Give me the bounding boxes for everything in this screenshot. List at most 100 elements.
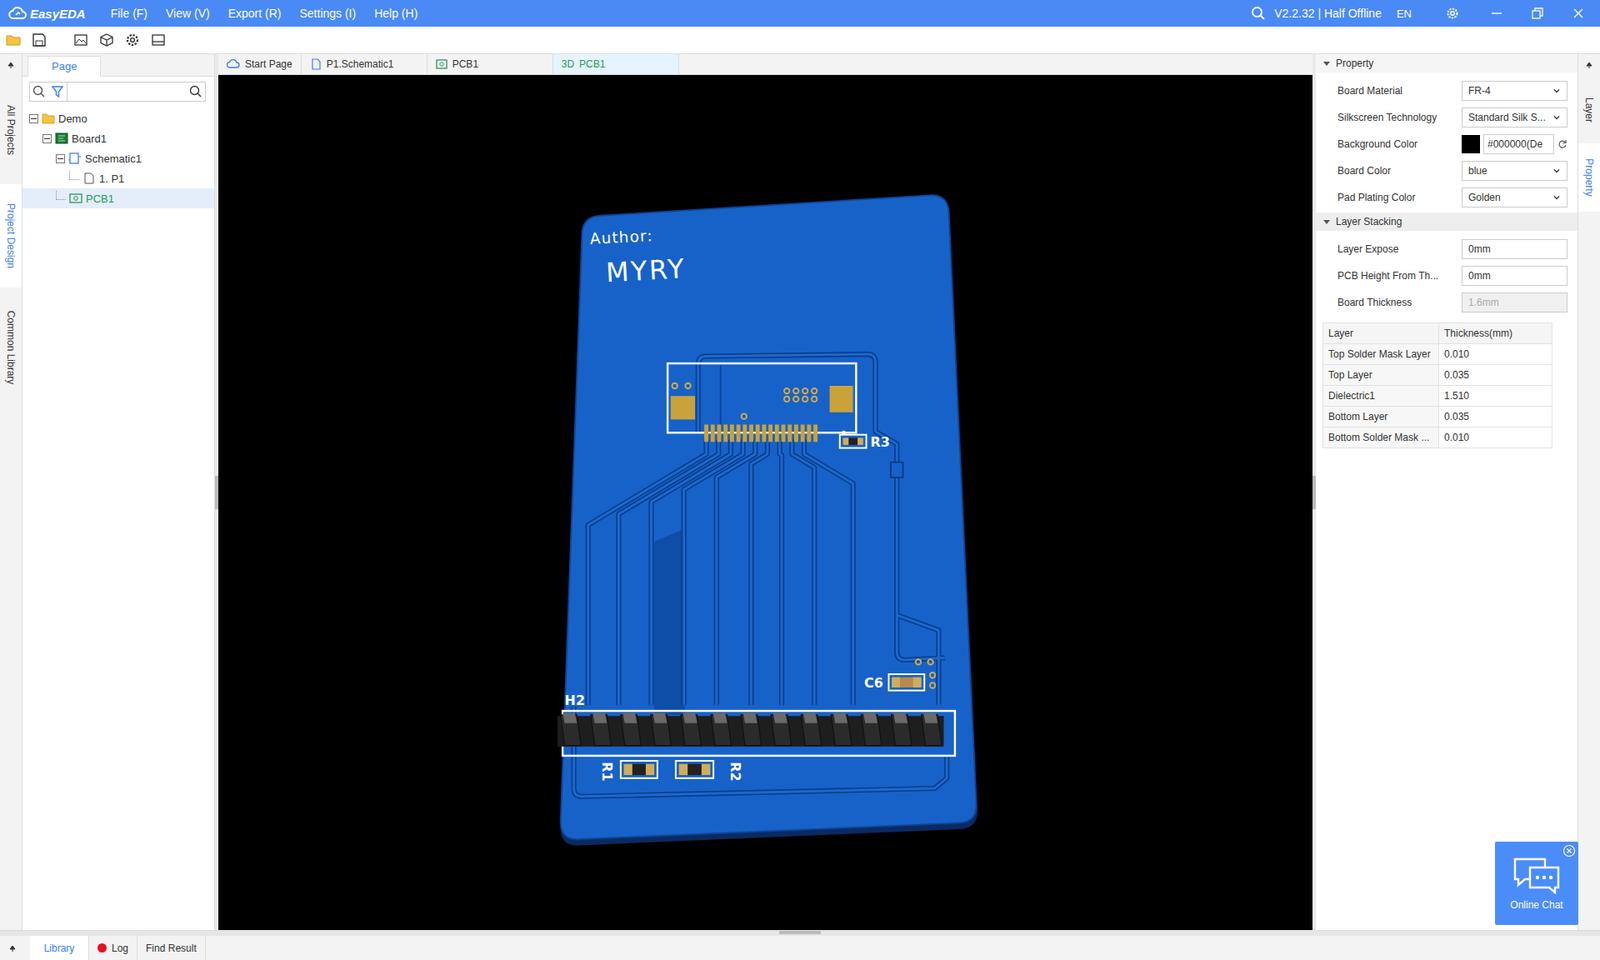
- pcb-component[interactable]: H2: [557, 692, 955, 756]
- 3d-viewport[interactable]: Author:MYRY R3 C6 H2 R1 R2: [218, 75, 1313, 930]
- section-header[interactable]: Layer Stacking: [1315, 212, 1578, 231]
- table-row[interactable]: Dielectric11.510: [1323, 385, 1553, 407]
- color-field[interactable]: #000000(De: [1461, 134, 1568, 155]
- color-swatch[interactable]: [1461, 135, 1480, 154]
- reset-icon[interactable]: [1557, 139, 1568, 150]
- panel-tab[interactable]: Page: [27, 55, 101, 77]
- text-input[interactable]: 0mm: [1461, 265, 1568, 286]
- pcb-component[interactable]: R2: [675, 760, 744, 782]
- document-tab[interactable]: Start Page: [218, 54, 302, 75]
- bottom-tab[interactable]: Log: [89, 935, 138, 960]
- board-icon: [55, 132, 69, 145]
- copper-area: [654, 528, 685, 715]
- rail-tab[interactable]: Project Design: [0, 184, 22, 288]
- via: [915, 659, 921, 665]
- collapse-icon[interactable]: [1585, 60, 1594, 70]
- table-cell: 0.010: [1439, 427, 1553, 449]
- table-header: LayerThickness(mm): [1323, 323, 1553, 345]
- collapse-icon[interactable]: [8, 944, 17, 953]
- rail-tab[interactable]: Property: [1578, 143, 1600, 212]
- close-icon[interactable]: [1571, 6, 1585, 20]
- chevron-down-icon: [1552, 166, 1561, 175]
- collapse-icon[interactable]: [6, 60, 15, 70]
- pcb-component[interactable]: R3: [840, 434, 890, 450]
- menu-item[interactable]: Settings (I): [299, 6, 356, 20]
- filter-icon[interactable]: [50, 84, 65, 100]
- property-row: PCB Height From Th...0mm: [1315, 262, 1578, 290]
- settings-icon[interactable]: [124, 31, 141, 49]
- document-tab[interactable]: PCB1: [427, 54, 554, 75]
- property-row: Board Colorblue: [1315, 157, 1578, 185]
- select-field[interactable]: Standard Silk S...: [1461, 107, 1568, 128]
- logo[interactable]: EasyEDA: [8, 6, 86, 21]
- bottom-tab[interactable]: Find Result: [137, 935, 206, 960]
- rail-tab[interactable]: Layer: [1578, 84, 1600, 135]
- silkscreen-author: Author:MYRY: [589, 226, 687, 288]
- collapse-arrow-icon: [1322, 217, 1331, 226]
- expander-icon[interactable]: [29, 114, 39, 124]
- panel-toggle-icon[interactable]: [150, 31, 167, 49]
- menu-item[interactable]: Help (H): [374, 6, 418, 20]
- search-input[interactable]: [66, 82, 187, 101]
- search-go-icon[interactable]: [188, 84, 204, 100]
- toolbar: [0, 26, 1600, 55]
- table-cell: Top Solder Mask Layer: [1323, 344, 1440, 365]
- rail-tab[interactable]: Common Library: [0, 295, 22, 400]
- via: [802, 388, 808, 394]
- search-icon[interactable]: [31, 84, 47, 100]
- language-switch[interactable]: EN: [1396, 7, 1412, 20]
- save-icon[interactable]: [30, 31, 48, 49]
- pcb-component[interactable]: C6: [864, 674, 925, 691]
- 3d-box-icon[interactable]: [98, 31, 115, 49]
- document-tabs: Start PageP1.Schematic1PCB13DPCB1: [218, 54, 1313, 75]
- start-page-icon: [226, 58, 240, 70]
- tree-item[interactable]: PCB1: [22, 188, 215, 209]
- section-header[interactable]: Property: [1315, 54, 1578, 73]
- menu-item[interactable]: Export (R): [228, 6, 282, 20]
- document-tab[interactable]: P1.Schematic1: [301, 54, 428, 75]
- splitter[interactable]: [0, 930, 1600, 936]
- open-folder-icon[interactable]: [5, 31, 22, 49]
- table-row[interactable]: Top Layer0.035: [1323, 365, 1553, 386]
- table-cell: 0.035: [1439, 365, 1553, 386]
- property-row: Board MaterialFR-4: [1315, 77, 1578, 105]
- minimize-icon[interactable]: [1490, 6, 1504, 20]
- right-rail: Layer Property: [1577, 54, 1600, 930]
- table-row[interactable]: Bottom Layer0.035: [1323, 406, 1553, 428]
- search-icon[interactable]: [1250, 5, 1266, 21]
- bottom-tab[interactable]: Library: [30, 935, 90, 960]
- tree-item[interactable]: Board1: [22, 128, 215, 149]
- schematic-icon: [310, 58, 322, 70]
- gear-icon[interactable]: [1445, 5, 1460, 21]
- document-tab[interactable]: 3DPCB1: [553, 54, 680, 75]
- svg-text:H2: H2: [565, 692, 585, 709]
- schematic-icon: [68, 152, 82, 165]
- select-field[interactable]: FR-4: [1461, 80, 1568, 101]
- menu-item[interactable]: File (F): [110, 6, 148, 20]
- table-row[interactable]: Top Solder Mask Layer0.010: [1323, 344, 1553, 365]
- pcb-3d-view[interactable]: Author:MYRY R3 C6 H2 R1 R2: [218, 75, 1313, 930]
- via: [793, 396, 799, 402]
- rail-tab[interactable]: All Projects: [0, 84, 22, 176]
- close-circle-icon[interactable]: [1562, 844, 1576, 858]
- expander-icon[interactable]: [42, 134, 52, 144]
- chevron-down-icon: [1552, 193, 1561, 202]
- online-chat-button[interactable]: Online Chat: [1495, 841, 1579, 925]
- select-field[interactable]: blue: [1461, 160, 1568, 181]
- pcb-icon: [435, 58, 448, 70]
- tree-item[interactable]: Schematic1: [22, 148, 215, 169]
- text-input[interactable]: 0mm: [1461, 239, 1568, 260]
- expander-icon[interactable]: [55, 154, 65, 164]
- table-cell: Top Layer: [1323, 365, 1440, 386]
- table-cell: 0.035: [1439, 406, 1553, 428]
- table-cell: Bottom Layer: [1323, 406, 1440, 428]
- text-input: 1.6mm: [1461, 292, 1568, 313]
- pcb-component[interactable]: R1: [599, 760, 658, 782]
- tree-item[interactable]: Demo: [22, 108, 215, 129]
- table-row[interactable]: Bottom Solder Mask ...0.010: [1323, 427, 1553, 449]
- select-field[interactable]: Golden: [1461, 187, 1568, 208]
- restore-icon[interactable]: [1530, 6, 1545, 20]
- menu-item[interactable]: View (V): [165, 6, 210, 20]
- tree-item[interactable]: 1. P1: [22, 168, 215, 189]
- image-icon[interactable]: [72, 31, 90, 49]
